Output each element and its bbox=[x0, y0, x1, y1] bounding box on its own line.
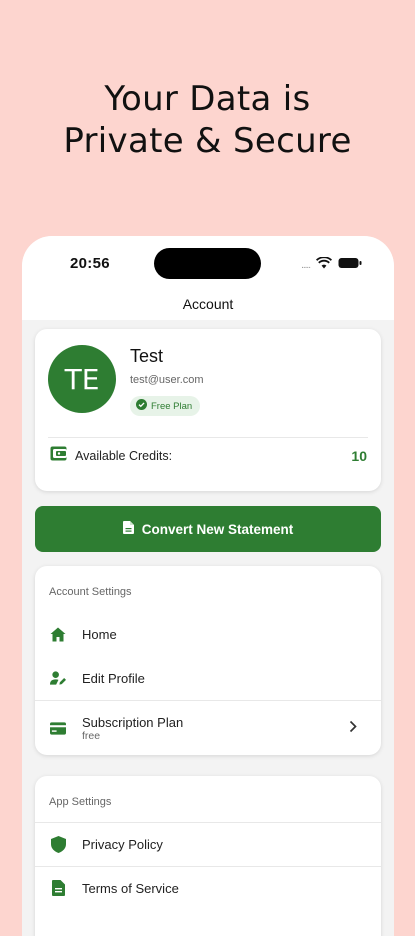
headline-line-1: Your Data is bbox=[104, 79, 311, 119]
status-icons: ..... bbox=[301, 256, 362, 274]
convert-statement-button[interactable]: Convert New Statement bbox=[35, 506, 381, 552]
menu-item-label: Terms of Service bbox=[82, 880, 179, 896]
divider bbox=[48, 437, 368, 438]
plan-badge-label: Free Plan bbox=[151, 400, 193, 412]
credits-row: Available Credits: 10 bbox=[50, 446, 367, 466]
headline-line-2: Private & Secure bbox=[63, 121, 352, 161]
menu-item-home[interactable]: Home bbox=[35, 612, 381, 656]
phone-screen: 20:56 ..... Account TE Test test@user.co… bbox=[22, 236, 394, 936]
chevron-right-icon bbox=[349, 720, 357, 738]
signal-dots: ..... bbox=[301, 259, 311, 271]
menu-item-privacy-policy[interactable]: Privacy Policy bbox=[35, 822, 381, 866]
credits-value: 10 bbox=[351, 448, 367, 464]
credits-label: Available Credits: bbox=[75, 449, 173, 463]
menu-item-sublabel: free bbox=[82, 729, 101, 742]
menu-item-label: Privacy Policy bbox=[82, 836, 163, 852]
document-icon bbox=[50, 880, 66, 896]
menu-item-label: Subscription Plan bbox=[82, 714, 184, 730]
profile-card: TE Test test@user.com Free Plan Availabl… bbox=[35, 329, 381, 491]
section-title: App Settings bbox=[49, 796, 112, 808]
battery-icon bbox=[338, 256, 362, 274]
home-icon bbox=[50, 626, 66, 642]
marketing-headline: Your Data is Private & Secure bbox=[0, 78, 415, 162]
app-settings-card: App Settings Privacy Policy Terms of Ser… bbox=[35, 776, 381, 936]
menu-item-label: Edit Profile bbox=[82, 670, 145, 686]
document-icon bbox=[122, 521, 134, 537]
shield-icon bbox=[50, 835, 66, 853]
user-email: test@user.com bbox=[130, 374, 204, 386]
convert-button-label: Convert New Statement bbox=[141, 521, 294, 537]
menu-item-terms-of-service[interactable]: Terms of Service bbox=[35, 866, 381, 910]
credit-card-icon bbox=[50, 720, 66, 736]
avatar: TE bbox=[48, 345, 116, 413]
top-bar: 20:56 ..... Account bbox=[22, 236, 394, 320]
account-settings-card: Account Settings Home Edit Profile Subsc… bbox=[35, 566, 381, 755]
edit-profile-icon bbox=[50, 670, 66, 686]
menu-item-subscription-plan[interactable]: Subscription Plan free bbox=[35, 706, 381, 750]
wifi-icon bbox=[315, 256, 333, 274]
divider bbox=[35, 700, 381, 701]
status-time: 20:56 bbox=[70, 255, 110, 272]
menu-item-label: Home bbox=[82, 626, 117, 642]
plan-badge: Free Plan bbox=[130, 396, 201, 416]
wallet-icon bbox=[50, 446, 67, 466]
section-title: Account Settings bbox=[49, 586, 132, 598]
dynamic-island bbox=[154, 248, 261, 279]
menu-item-edit-profile[interactable]: Edit Profile bbox=[35, 656, 381, 700]
subscription-text: Subscription Plan free bbox=[66, 715, 183, 742]
page-title: Account bbox=[182, 296, 234, 312]
user-name: Test bbox=[130, 346, 164, 366]
check-circle-icon bbox=[136, 399, 147, 413]
